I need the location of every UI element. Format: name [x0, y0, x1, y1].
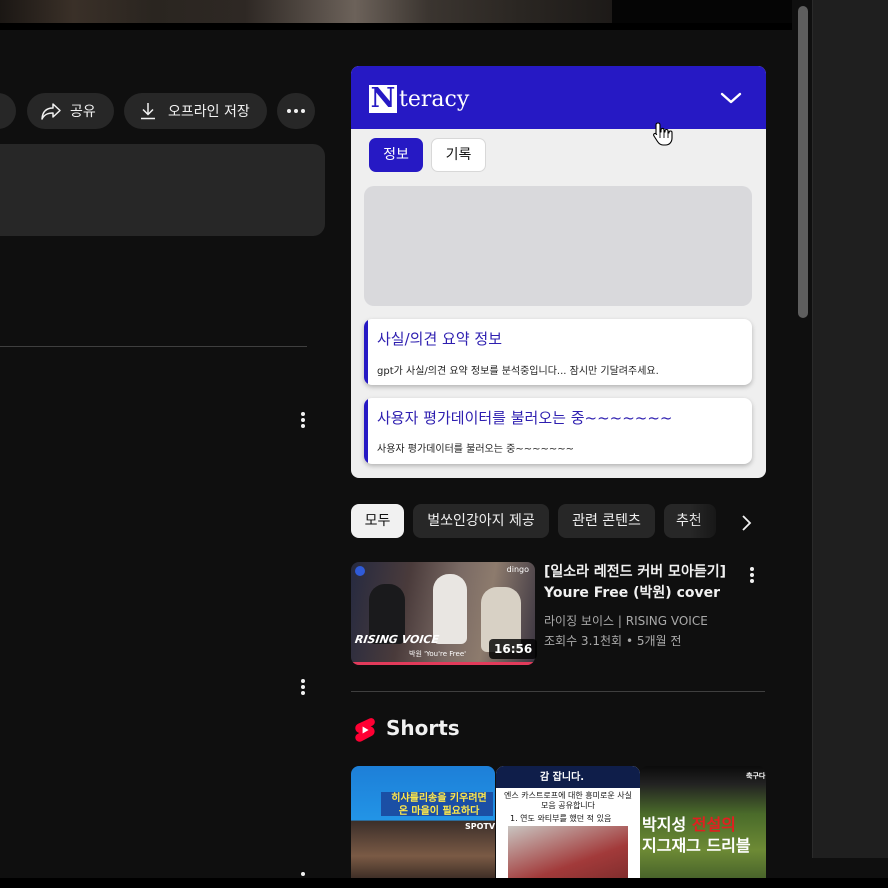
video-meta: 조회수 3.1천회 • 5개월 전 — [544, 632, 681, 649]
divider — [0, 346, 307, 347]
video-views: 조회수 3.1천회 — [544, 634, 623, 648]
more-actions-button[interactable] — [277, 93, 315, 129]
short-image — [508, 826, 628, 886]
description-box[interactable] — [0, 144, 325, 236]
thumb-brand: dingo — [506, 565, 529, 574]
short-caption-part: 박지성 — [642, 815, 692, 834]
comment-menu-icon[interactable] — [301, 412, 305, 430]
short-caption: 박지성 전설의 지그재그 드리블 — [642, 814, 751, 856]
short-label: 축구다 — [746, 772, 766, 780]
nteracy-widget: N teracy 정보 기록 사실/의견 요약 정보 gpt가 사실/의견 요약… — [351, 66, 766, 478]
short-caption-highlight: 전설의 — [691, 815, 736, 834]
chip-related[interactable]: 관련 콘텐츠 — [558, 504, 655, 538]
player-edge — [612, 0, 792, 23]
nteracy-logo: N — [369, 83, 397, 114]
side-panel — [812, 0, 888, 858]
card-title: 사실/의견 요약 정보 — [377, 330, 502, 348]
nteracy-logo-text: teracy — [399, 87, 470, 112]
video-channel[interactable]: 라이징 보이스 | RISING VOICE — [544, 612, 708, 629]
tab-history[interactable]: 기록 — [431, 138, 486, 172]
tab-info[interactable]: 정보 — [369, 138, 423, 172]
download-label: 오프라인 저장 — [168, 104, 250, 120]
download-icon — [141, 103, 155, 120]
shorts-title: Shorts — [386, 716, 460, 740]
channel-logo-icon — [355, 566, 365, 576]
short-subcaption: 1. 연도 와티부를 했던 적 있음 — [510, 814, 612, 823]
short-caption: 히샤를리송을 키우려면 온 마을이 필요하다 — [391, 793, 487, 817]
share-button[interactable]: 공유 — [27, 93, 114, 129]
dislike-button[interactable] — [0, 93, 16, 129]
hand-cursor-icon — [653, 122, 673, 146]
share-icon — [41, 103, 61, 120]
download-button[interactable]: 오프라인 저장 — [124, 93, 267, 129]
short-header: 감 잡니다. — [540, 772, 585, 783]
short-thumbnail[interactable]: 감 잡니다. 엔스 카스트로프에 대한 흥미로운 사실 모음 공유합니다 1. … — [496, 766, 640, 886]
divider — [351, 691, 765, 692]
video-title[interactable]: [일소라 레전드 커버 모아듣기] Youre Free (박원) cover — [544, 562, 734, 604]
short-badge: SPOTV — [465, 822, 495, 831]
card-text: 사용자 평가데이터를 불러오는 중~~~~~~~ — [377, 444, 574, 455]
more-horizontal-icon — [287, 109, 305, 113]
video-menu-icon[interactable] — [750, 567, 754, 585]
short-caption: 엔스 카스트로프에 대한 흥미로운 사실 모음 공유합니다 — [504, 791, 632, 810]
chevron-right-icon[interactable] — [734, 511, 758, 535]
scrollbar-thumb[interactable] — [798, 6, 808, 318]
chevron-down-icon[interactable] — [719, 86, 743, 110]
window-bottom-edge — [0, 878, 888, 888]
user-rating-card: 사용자 평가데이터를 불러오는 중~~~~~~~ 사용자 평가데이터를 불러오는… — [364, 398, 752, 464]
content-placeholder — [364, 186, 752, 306]
shorts-icon — [355, 718, 375, 742]
share-label: 공유 — [70, 104, 96, 120]
short-thumbnail[interactable]: 축구다 박지성 전설의 지그재그 드리블 — [640, 766, 766, 886]
watched-progress-bar — [351, 662, 535, 665]
card-title: 사용자 평가데이터를 불러오는 중~~~~~~~ — [377, 409, 673, 427]
meta-separator: • — [625, 634, 637, 648]
video-player-bottom[interactable] — [0, 0, 612, 23]
video-age: 5개월 전 — [636, 634, 682, 648]
short-thumbnail[interactable]: 히샤를리송을 키우려면 온 마을이 필요하다 SPOTV — [351, 766, 495, 886]
player-bar — [0, 23, 792, 30]
fact-opinion-card: 사실/의견 요약 정보 gpt가 사실/의견 요약 정보를 분석중입니다... … — [364, 319, 752, 385]
thumb-caption: 박원 'You're Free' — [409, 650, 467, 658]
chip-uploader[interactable]: 벌쏘인강아지 제공 — [413, 504, 549, 538]
comment-menu-icon[interactable] — [301, 679, 305, 697]
nteracy-header: N teracy — [351, 66, 766, 129]
short-caption-part: 지그재그 드리블 — [642, 836, 751, 855]
chips-fade — [690, 500, 730, 542]
thumb-logo-text: RISING VOICE — [354, 633, 440, 646]
card-text: gpt가 사실/의견 요약 정보를 분석중입니다... 잠시만 기달려주세요. — [377, 366, 659, 377]
video-duration: 16:56 — [489, 639, 538, 659]
chip-all[interactable]: 모두 — [351, 504, 404, 538]
